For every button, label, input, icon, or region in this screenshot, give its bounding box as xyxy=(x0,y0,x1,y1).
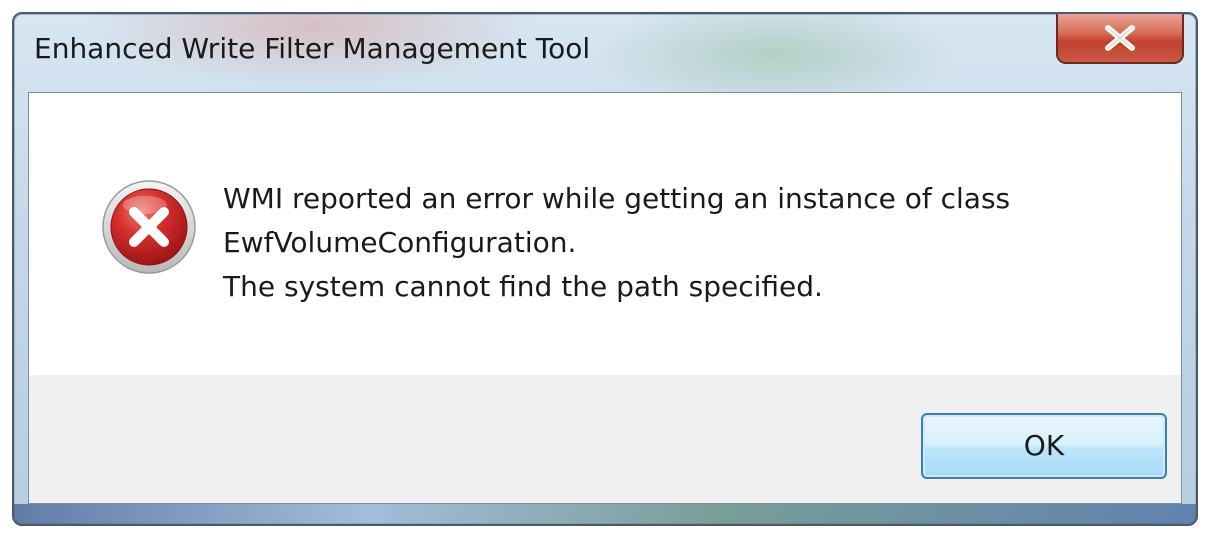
dialog-content: WMI reported an error while getting an i… xyxy=(28,92,1182,504)
window-frame-bottom xyxy=(14,504,1196,524)
error-x-icon xyxy=(102,180,196,274)
title-bar[interactable]: Enhanced Write Filter Management Tool xyxy=(14,14,1196,94)
close-button[interactable] xyxy=(1056,14,1184,64)
window-title: Enhanced Write Filter Management Tool xyxy=(34,32,591,65)
button-area: OK xyxy=(29,375,1181,503)
message-line: WMI reported an error while getting an i… xyxy=(223,182,1011,215)
dialog-window: Enhanced Write Filter Management Tool WM… xyxy=(12,12,1198,526)
error-message: WMI reported an error while getting an i… xyxy=(223,177,1010,309)
close-icon xyxy=(1105,25,1135,51)
message-line: The system cannot find the path specifie… xyxy=(223,270,823,303)
message-line: EwfVolumeConfiguration. xyxy=(223,226,577,259)
message-area: WMI reported an error while getting an i… xyxy=(29,93,1181,375)
ok-button[interactable]: OK xyxy=(921,413,1167,479)
